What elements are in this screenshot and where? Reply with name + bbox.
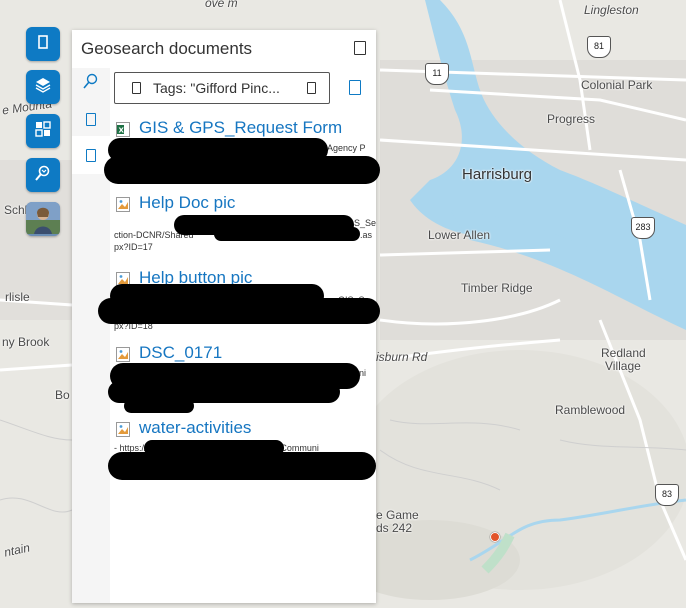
map-label-game-lands-1: e Game bbox=[376, 508, 419, 522]
map-label-road-fisburn: isburn Rd bbox=[376, 350, 428, 364]
result-description: S_Se bbox=[354, 218, 377, 228]
panel-collapse-button[interactable] bbox=[354, 41, 366, 55]
excel-file-icon: X bbox=[116, 122, 130, 137]
map-label-game-lands-2: ds 242 bbox=[376, 521, 413, 535]
basemap-gallery-button[interactable] bbox=[26, 114, 60, 148]
map-label-colonial-park: Colonial Park bbox=[581, 78, 653, 92]
tag-icon bbox=[132, 82, 141, 94]
rail-geosearch-button[interactable] bbox=[80, 72, 102, 94]
result-description: px?ID=17 bbox=[114, 242, 153, 252]
result-title-link[interactable]: Help Doc pic bbox=[139, 193, 235, 213]
map-label-ramblewood: Ramblewood bbox=[555, 403, 626, 417]
document-icon bbox=[34, 33, 52, 56]
map-label-harrisburg: Harrisburg bbox=[462, 166, 533, 183]
geosearch-button[interactable] bbox=[26, 158, 60, 192]
image-file-icon bbox=[116, 197, 130, 212]
panel-side-rail bbox=[72, 68, 110, 603]
geosearch-icon bbox=[34, 164, 52, 187]
result-title-link[interactable]: water-activities bbox=[139, 418, 251, 438]
map-label-village: Village bbox=[605, 359, 641, 373]
result-title-link[interactable]: GIS & GPS_Request Form bbox=[139, 118, 342, 138]
route-shield-283: 283 bbox=[631, 217, 655, 239]
geosearch-icon bbox=[82, 72, 100, 95]
map-label-bo: Bo bbox=[55, 388, 70, 402]
redaction-mark bbox=[214, 227, 360, 241]
map-label-carlisle: rlisle bbox=[5, 290, 30, 304]
result-title-link[interactable]: DSC_0171 bbox=[139, 343, 222, 363]
document-button[interactable] bbox=[26, 27, 60, 61]
image-file-icon bbox=[116, 422, 130, 437]
route-shield-11: 11 bbox=[425, 63, 449, 85]
layers-button[interactable] bbox=[26, 70, 60, 104]
rail-document-button[interactable] bbox=[80, 108, 102, 130]
redaction-mark bbox=[124, 399, 194, 413]
map-label-penny-brook: ny Brook bbox=[2, 335, 50, 349]
map-label-cove: ove m bbox=[205, 0, 238, 10]
redaction-mark bbox=[104, 156, 380, 184]
tags-filter-dropdown[interactable]: Tags: "Gifford Pinc... bbox=[114, 72, 330, 104]
map-label-lower-allen: Lower Allen bbox=[428, 228, 491, 242]
geosearch-panel: Geosearch documents Tags: "Gifford Pinc.… bbox=[72, 30, 380, 603]
filter-options-button[interactable] bbox=[349, 80, 361, 95]
dropdown-icon bbox=[307, 82, 316, 94]
basemap-gallery-icon bbox=[34, 120, 52, 143]
tags-filter-label: Tags: "Gifford Pinc... bbox=[153, 80, 280, 96]
user-avatar-button[interactable] bbox=[26, 202, 60, 236]
redaction-mark bbox=[108, 452, 376, 480]
redaction-mark bbox=[98, 298, 380, 324]
route-shield-81: 81 bbox=[587, 36, 611, 58]
route-shield-83: 83 bbox=[655, 484, 679, 506]
map-label-progress: Progress bbox=[547, 112, 596, 126]
list-icon bbox=[86, 148, 96, 162]
map-label-redland: Redland bbox=[601, 346, 646, 360]
panel-title: Geosearch documents bbox=[81, 39, 253, 58]
map-label-schl: Schl bbox=[4, 203, 28, 217]
map-feature-point[interactable] bbox=[490, 532, 500, 542]
map-label-timber-ridge: Timber Ridge bbox=[461, 281, 533, 295]
map-label-lingleston: Lingleston bbox=[584, 3, 639, 17]
layers-icon bbox=[34, 76, 52, 99]
image-file-icon bbox=[116, 347, 130, 362]
result-description: .as bbox=[360, 230, 373, 240]
document-icon bbox=[86, 112, 96, 126]
svg-text:X: X bbox=[119, 127, 125, 135]
user-avatar bbox=[26, 202, 60, 236]
